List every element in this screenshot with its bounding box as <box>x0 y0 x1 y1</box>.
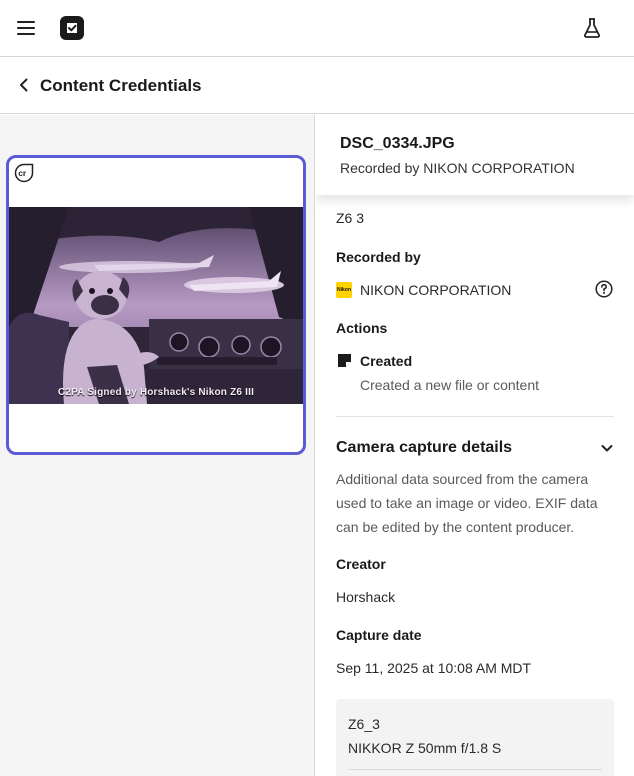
section-divider <box>336 416 614 417</box>
camera-lens-card: Z6_3 NIKKOR Z 50mm f/1.8 S <box>336 699 614 776</box>
action-description: Created a new file or content <box>360 377 539 393</box>
top-bar <box>0 0 634 57</box>
chevron-down-icon[interactable] <box>600 441 614 455</box>
asset-image: C2PA Signed by Horshack's Nikon Z6 III <box>9 207 303 404</box>
camera-model: Z6_3 <box>348 716 380 732</box>
creator-value: Horshack <box>336 589 396 605</box>
preview-pane: cr C2PA Signed by Horshack's Nikon Z6 II… <box>0 115 315 776</box>
file-name: DSC_0334.JPG <box>340 135 455 152</box>
cockpit-pug-illustration <box>9 207 303 404</box>
camera-capture-description: Additional data sourced from the camera … <box>336 471 598 535</box>
flask-icon[interactable] <box>582 17 602 39</box>
chevron-left-icon[interactable] <box>14 75 34 95</box>
breadcrumb: Content Credentials <box>0 57 634 114</box>
help-icon[interactable] <box>595 280 613 298</box>
recorded-by-value: NIKON CORPORATION <box>360 282 512 298</box>
creator-label: Creator <box>336 556 386 572</box>
cr-badge-icon[interactable]: cr <box>14 163 34 183</box>
image-caption: C2PA Signed by Horshack's Nikon Z6 III <box>57 387 255 398</box>
capture-date-value: Sep 11, 2025 at 10:08 AM MDT <box>336 660 532 676</box>
details-header: DSC_0334.JPG Recorded by NIKON CORPORATI… <box>316 115 634 195</box>
camera-capture-details-toggle[interactable]: Camera capture details <box>336 439 512 457</box>
recorded-by-label: Recorded by <box>336 249 421 265</box>
card-divider <box>348 769 602 770</box>
device-name: Z6 3 <box>336 210 365 226</box>
actions-label: Actions <box>336 320 388 336</box>
capture-date-label: Capture date <box>336 627 422 643</box>
page-title: Content Credentials <box>40 76 202 95</box>
nikon-logo-icon: Nikon <box>336 282 352 298</box>
content-credentials-logo-icon[interactable] <box>60 16 84 40</box>
svg-text:cr: cr <box>18 168 27 178</box>
recorded-by-summary: Recorded by NIKON CORPORATION <box>340 160 575 176</box>
asset-thumbnail-card[interactable]: cr C2PA Signed by Horshack's Nikon Z6 II… <box>6 155 306 455</box>
hamburger-menu-icon[interactable] <box>17 20 35 36</box>
action-name: Created <box>360 353 413 369</box>
lens-name: NIKKOR Z 50mm f/1.8 S <box>348 740 502 756</box>
details-panel: DSC_0334.JPG Recorded by NIKON CORPORATI… <box>316 115 634 776</box>
document-created-icon <box>338 354 351 367</box>
